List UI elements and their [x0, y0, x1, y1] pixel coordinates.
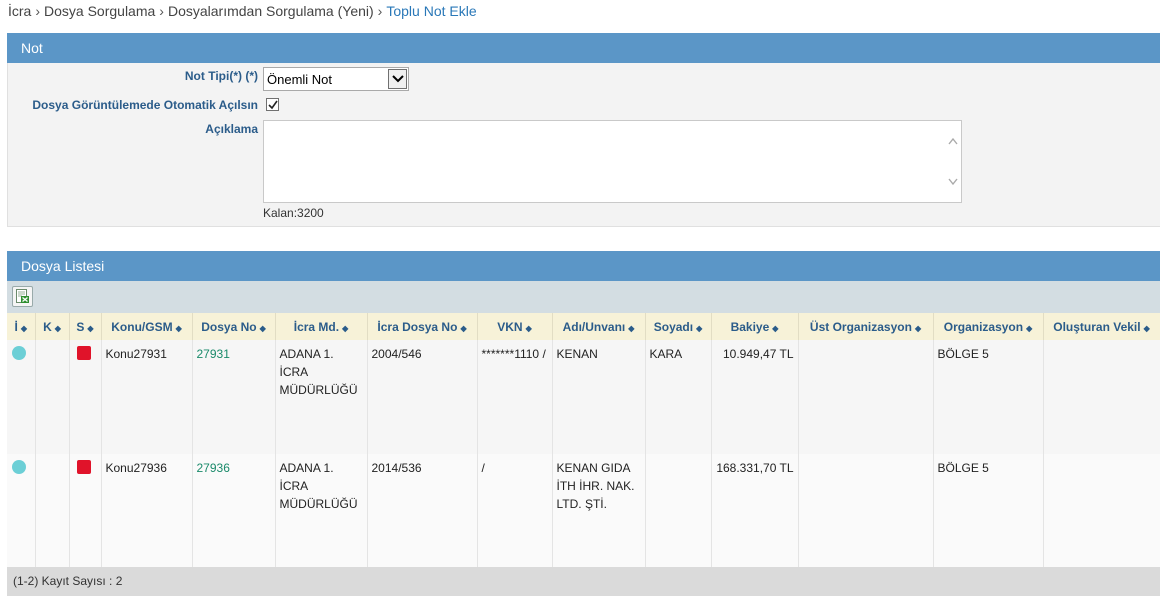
- excel-export-icon: [16, 289, 29, 303]
- dosya-table: İ ◆ K ◆ S ◆ Konu/GSM ◆ Dosya No ◆ İcra Md. ◆ İ…: [7, 313, 1160, 568]
- dosya-goruntuleme-checkbox[interactable]: [266, 98, 279, 111]
- dosya-goruntuleme-label: Dosya Görüntülemede Otomatik Açılsın: [32, 98, 258, 112]
- sort-icon[interactable]: ◆: [696, 324, 702, 333]
- sort-icon[interactable]: ◆: [772, 324, 778, 333]
- icra-dosya-no-cell: 2004/546: [367, 340, 478, 454]
- col-header-vekil[interactable]: Oluşturan Vekil ◆: [1043, 313, 1160, 340]
- col-header-icra-dosya-no[interactable]: İcra Dosya No ◆: [367, 313, 478, 340]
- status-square-icon: [76, 346, 91, 360]
- chevron-down-icon[interactable]: [388, 69, 407, 89]
- org-cell: BÖLGE 5: [933, 340, 1044, 454]
- breadcrumb-separator: ›: [159, 3, 164, 19]
- col-header-icra-md[interactable]: İcra Md. ◆: [275, 313, 368, 340]
- status-square-cell: [69, 454, 102, 568]
- col-header-adi[interactable]: Adı/Unvanı ◆: [552, 313, 646, 340]
- not-tipi-select[interactable]: Önemli Not: [263, 67, 409, 91]
- status-square-icon: [76, 460, 91, 474]
- soyadi-cell: KARA: [645, 340, 712, 454]
- sort-icon[interactable]: ◆: [526, 324, 532, 333]
- scroll-up-icon[interactable]: [948, 138, 958, 145]
- list-panel-title: Dosya Listesi: [21, 258, 105, 274]
- breadcrumb-current: Toplu Not Ekle: [386, 3, 477, 19]
- aciklama-label: Açıklama: [205, 122, 258, 136]
- sort-icon[interactable]: ◆: [1026, 324, 1032, 333]
- vkn-cell: *******1110 /: [477, 340, 553, 454]
- table-row[interactable]: Konu27931 27931 ADANA 1. İCRA MÜDÜRLÜĞÜ …: [7, 340, 1160, 454]
- ust-org-cell: [798, 454, 934, 568]
- dosya-no-cell: 27936: [192, 454, 276, 568]
- not-tipi-value: Önemli Not: [267, 72, 333, 87]
- breadcrumb-item-dosyalarimdan[interactable]: Dosyalarımdan Sorgulama (Yeni): [168, 3, 374, 19]
- status-dot-icon: [12, 460, 26, 474]
- sort-icon[interactable]: ◆: [55, 324, 61, 333]
- adi-cell: KENAN GIDA İTH İHR. NAK. LTD. ŞTİ.: [552, 454, 646, 568]
- col-header-bakiye[interactable]: Bakiye ◆: [711, 313, 799, 340]
- status-dot-icon: [12, 346, 26, 360]
- org-cell: BÖLGE 5: [933, 454, 1044, 568]
- not-panel-body: Not Tipi(*) (*) Önemli Not Dosya Görüntü…: [7, 63, 1160, 227]
- not-panel-title: Not: [21, 40, 43, 56]
- vekil-cell: [1043, 340, 1160, 454]
- not-tipi-label: Not Tipi(*) (*): [184, 69, 258, 83]
- dosya-no-link[interactable]: 27936: [197, 461, 230, 475]
- icra-md-cell: ADANA 1. İCRA MÜDÜRLÜĞÜ: [275, 454, 368, 568]
- vekil-cell: [1043, 454, 1160, 568]
- bakiye-cell: 10.949,47 TL: [711, 340, 799, 454]
- breadcrumb-separator: ›: [377, 3, 383, 19]
- table-row[interactable]: Konu27936 27936 ADANA 1. İCRA MÜDÜRLÜĞÜ …: [7, 454, 1160, 568]
- sort-icon[interactable]: ◆: [87, 324, 93, 333]
- col-header-org[interactable]: Organizasyon ◆: [933, 313, 1044, 340]
- k-cell: [35, 340, 70, 454]
- col-header-konu[interactable]: Konu/GSM ◆: [101, 313, 193, 340]
- sort-icon[interactable]: ◆: [915, 324, 921, 333]
- table-header-row: İ ◆ K ◆ S ◆ Konu/GSM ◆ Dosya No ◆ İcra Md. ◆ İ…: [7, 313, 1160, 340]
- breadcrumb: İcra › Dosya Sorgulama › Dosyalarımdan Sorgu…: [8, 3, 477, 21]
- status-dot-cell: [7, 454, 36, 568]
- col-header-i[interactable]: İ ◆: [7, 313, 36, 340]
- list-panel-header: Dosya Listesi: [7, 251, 1160, 281]
- aciklama-textarea[interactable]: [263, 120, 962, 203]
- sort-icon[interactable]: ◆: [460, 324, 466, 333]
- sort-icon[interactable]: ◆: [260, 324, 266, 333]
- vkn-cell: /: [477, 454, 553, 568]
- col-header-vkn[interactable]: VKN ◆: [477, 313, 553, 340]
- sort-icon[interactable]: ◆: [21, 324, 27, 333]
- col-header-ust-org[interactable]: Üst Organizasyon ◆: [798, 313, 934, 340]
- table-footer: (1-2) Kayıt Sayısı : 2: [7, 567, 1160, 596]
- dosya-no-cell: 27931: [192, 340, 276, 454]
- scroll-down-icon[interactable]: [948, 178, 958, 185]
- adi-cell: KENAN: [552, 340, 646, 454]
- konu-cell: Konu27931: [101, 340, 193, 454]
- status-dot-cell: [7, 340, 36, 454]
- soyadi-cell: [645, 454, 712, 568]
- record-count: (1-2) Kayıt Sayısı : 2: [13, 574, 123, 588]
- breadcrumb-separator: ›: [35, 3, 41, 19]
- sort-icon[interactable]: ◆: [176, 324, 182, 333]
- breadcrumb-item-icra[interactable]: İcra: [8, 3, 31, 19]
- k-cell: [35, 454, 70, 568]
- col-header-soyadi[interactable]: Soyadı ◆: [645, 313, 712, 340]
- status-square-cell: [69, 340, 102, 454]
- ust-org-cell: [798, 340, 934, 454]
- sort-icon[interactable]: ◆: [1144, 324, 1150, 333]
- list-toolbar: [7, 281, 1160, 313]
- kalan-counter: Kalan:3200: [263, 206, 324, 220]
- breadcrumb-item-dosya-sorgulama[interactable]: Dosya Sorgulama: [44, 3, 155, 19]
- konu-cell: Konu27936: [101, 454, 193, 568]
- bakiye-cell: 168.331,70 TL: [711, 454, 799, 568]
- col-header-s[interactable]: S ◆: [69, 313, 102, 340]
- textarea-scrollbar[interactable]: [944, 121, 961, 202]
- excel-export-button[interactable]: [12, 286, 33, 307]
- dosya-no-link[interactable]: 27931: [197, 347, 230, 361]
- sort-icon[interactable]: ◆: [628, 324, 634, 333]
- not-panel-header: Not: [7, 33, 1160, 63]
- col-header-k[interactable]: K ◆: [35, 313, 70, 340]
- checkmark-icon: [268, 100, 278, 110]
- col-header-dosya-no[interactable]: Dosya No ◆: [192, 313, 276, 340]
- icra-md-cell: ADANA 1. İCRA MÜDÜRLÜĞÜ: [275, 340, 368, 454]
- icra-dosya-no-cell: 2014/536: [367, 454, 478, 568]
- sort-icon[interactable]: ◆: [342, 324, 348, 333]
